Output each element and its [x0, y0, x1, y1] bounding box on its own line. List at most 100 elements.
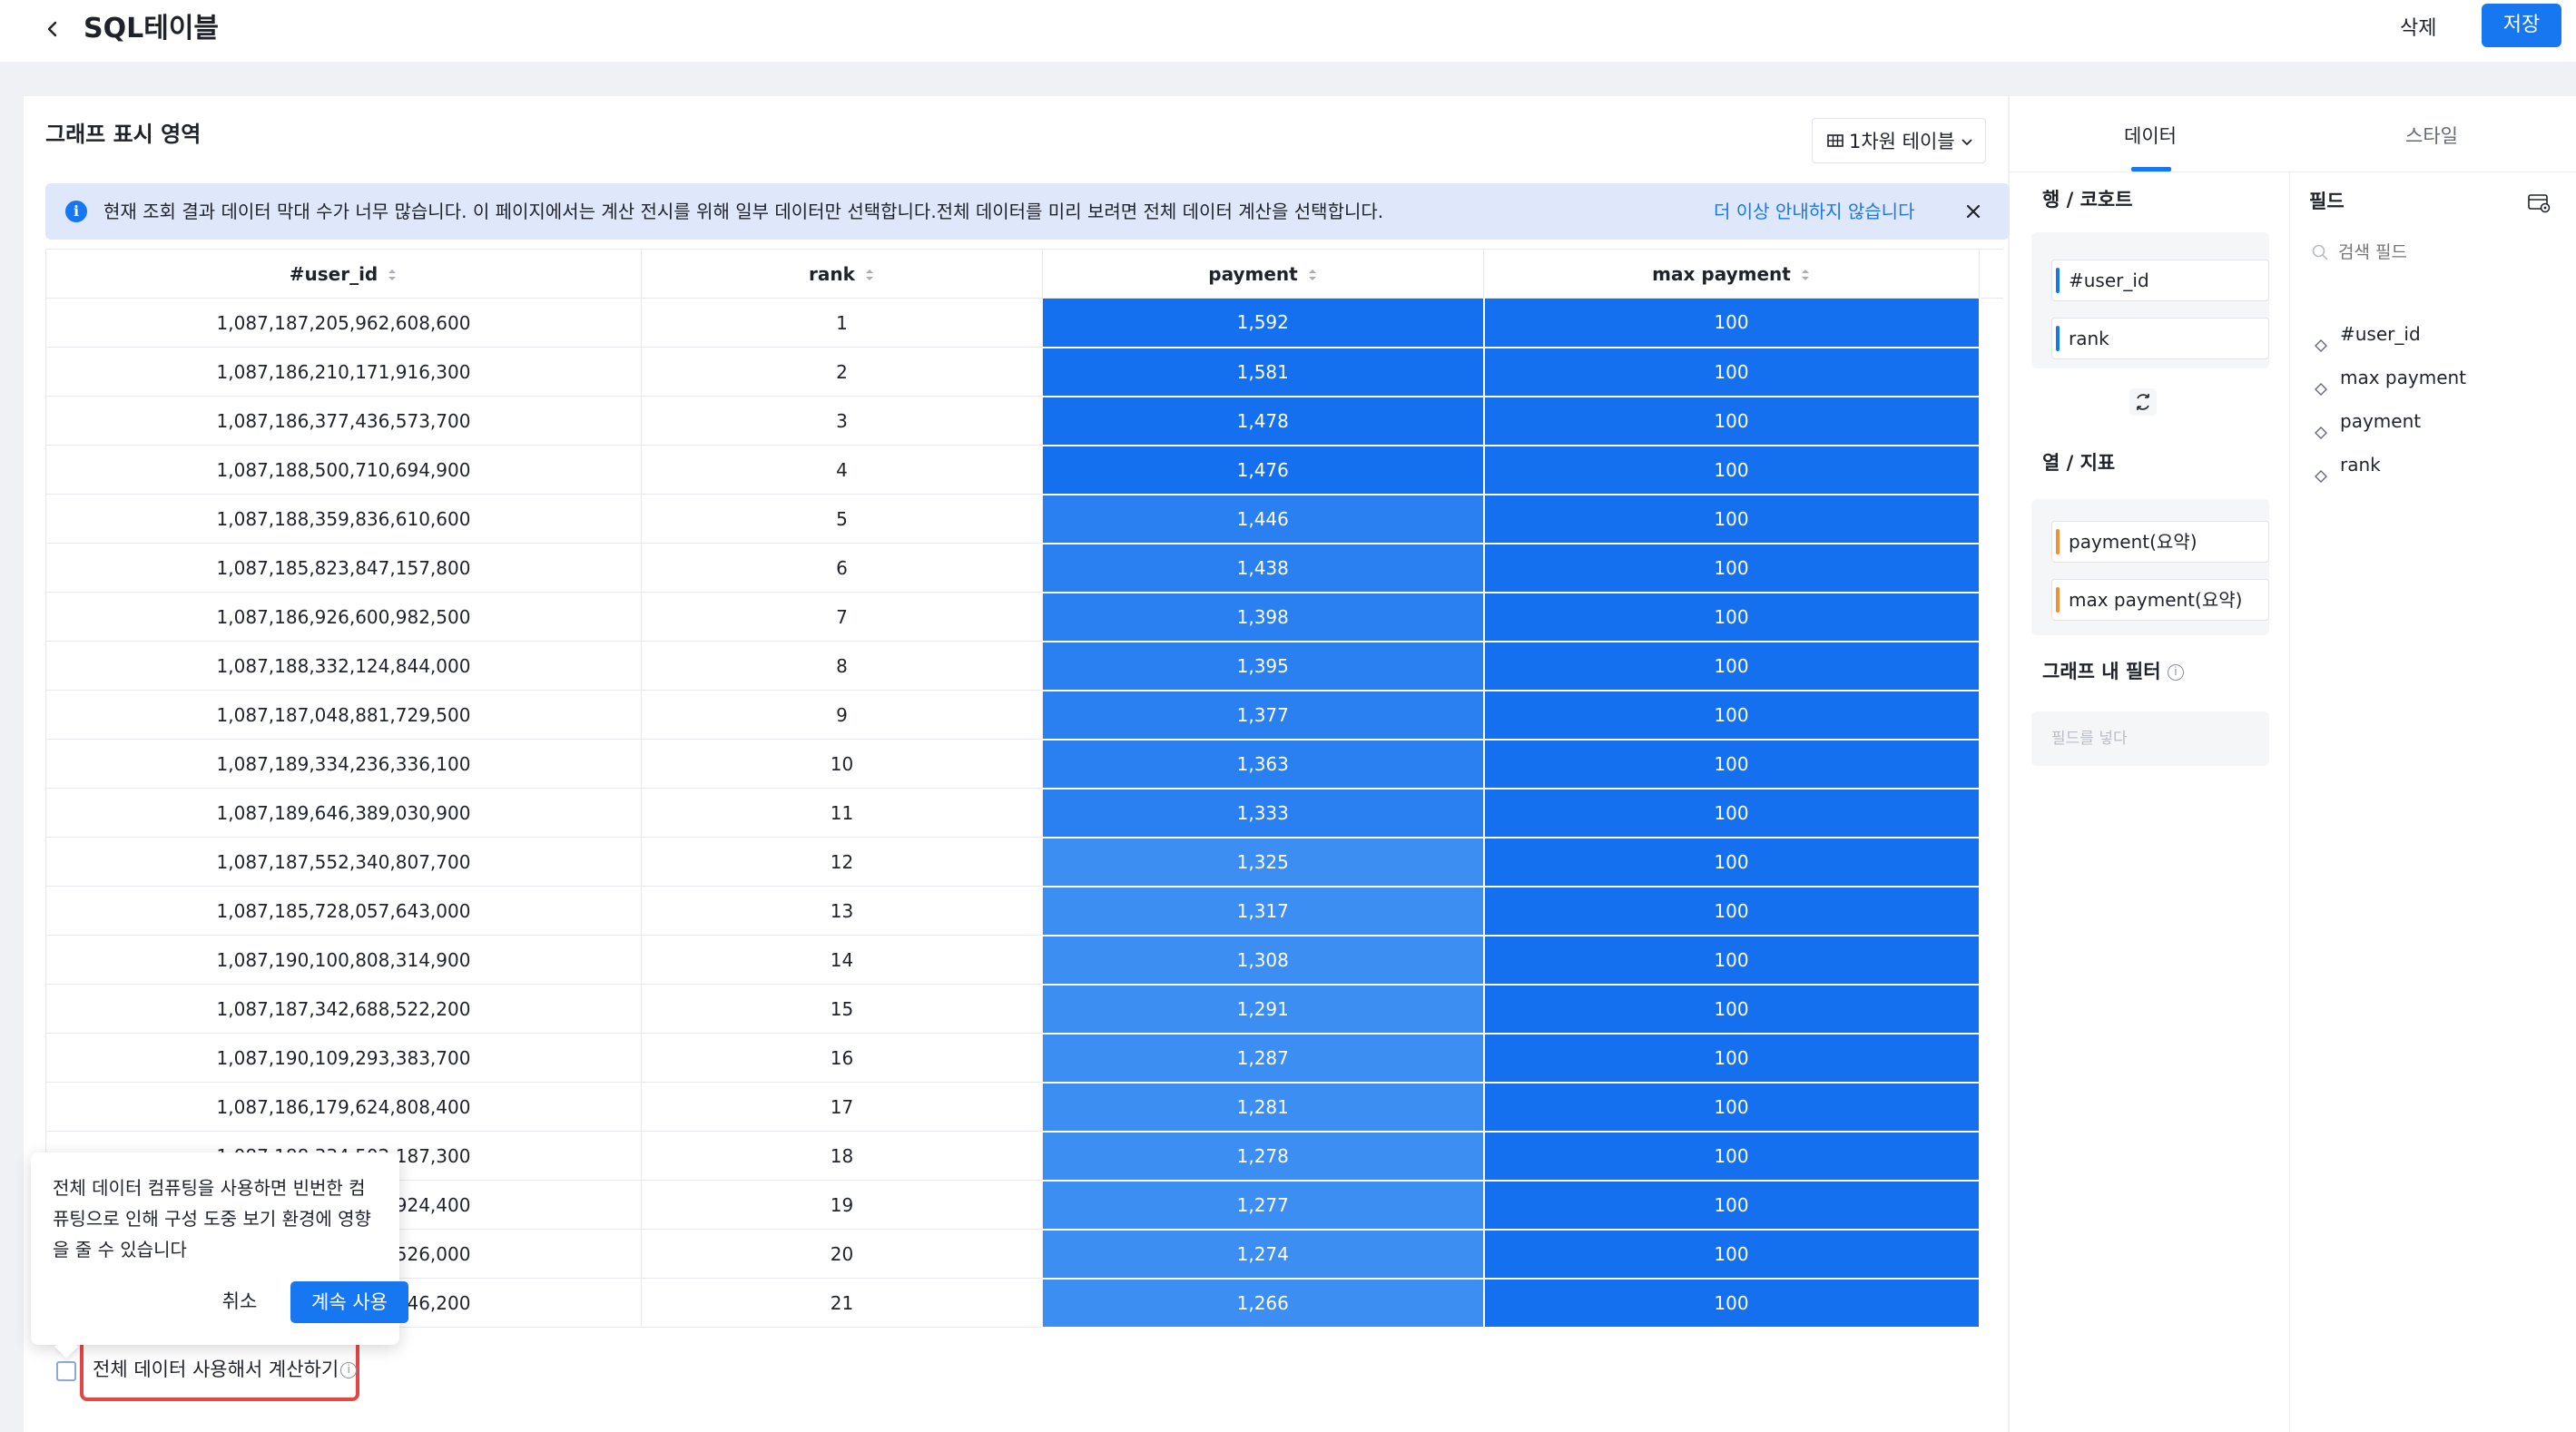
payment-cell: 1,274: [1042, 1229, 1485, 1280]
user-id-cell: 1,087,187,342,688,522,200: [45, 984, 642, 1034]
info-icon: i: [65, 201, 87, 222]
table-row[interactable]: 1,087,187,048,881,729,500 9 1,377 100: [45, 690, 2003, 741]
table-row[interactable]: 1,087,188,500,710,694,900 4 1,476 100: [45, 445, 2003, 495]
scroll-gutter-cell: [1980, 838, 2003, 887]
back-icon[interactable]: [36, 13, 69, 45]
sort-icon[interactable]: [864, 266, 875, 284]
filter-label-text: 그래프 내 필터: [2042, 661, 2161, 682]
tab-data[interactable]: 데이터: [2124, 118, 2177, 154]
scroll-gutter-cell: [1980, 1132, 2003, 1181]
graph-area-title: 그래프 표시 영역: [45, 122, 202, 147]
payment-cell: 1,277: [1042, 1180, 1485, 1231]
dont-show-again-link[interactable]: 더 이상 안내하지 않습니다: [1714, 183, 1914, 240]
field-settings-icon[interactable]: [2525, 189, 2552, 216]
scroll-gutter: [1979, 249, 2003, 299]
filter-section-label: 그래프 내 필터 i: [2042, 655, 2184, 688]
table-row[interactable]: 1,087,185,728,057,643,000 13 1,317 100: [45, 886, 2003, 937]
column-pill-max-payment[interactable]: max payment(요약): [2051, 579, 2269, 621]
table-row[interactable]: 1,087,186,210,171,916,300 2 1,581 100: [45, 347, 2003, 397]
filter-drop-area[interactable]: 필드를 넣다: [2031, 711, 2269, 766]
scroll-gutter-cell: [1980, 397, 2003, 446]
column-header-payment[interactable]: payment: [1042, 249, 1484, 299]
payment-cell: 1,398: [1042, 592, 1485, 642]
rank-cell: 11: [641, 788, 1043, 838]
page-title: SQL테이블: [84, 13, 220, 44]
tab-style[interactable]: 스타일: [2405, 118, 2458, 154]
save-button[interactable]: 저장: [2482, 4, 2561, 47]
columns-drop-area[interactable]: payment(요약) max payment(요약): [2031, 499, 2269, 635]
column-header-label: max payment: [1652, 262, 1791, 285]
sort-icon[interactable]: [1800, 266, 1811, 284]
rank-cell: 21: [641, 1278, 1043, 1328]
field-item-label: rank: [2340, 454, 2381, 476]
column-header-rank[interactable]: rank: [641, 249, 1043, 299]
table-row[interactable]: 1,087,189,334,236,336,100 10 1,363 100: [45, 739, 2003, 790]
table-row[interactable]: 1,087,190,100,808,314,900 14 1,308 100: [45, 935, 2003, 986]
table-row[interactable]: 1,087,185,823,847,157,800 6 1,438 100: [45, 543, 2003, 593]
sort-icon[interactable]: [1307, 266, 1318, 284]
rank-cell: 7: [641, 592, 1043, 642]
field-search-input[interactable]: [2309, 232, 2554, 272]
column-header-max-payment[interactable]: max payment: [1483, 249, 1980, 299]
payment-cell: 1,363: [1042, 739, 1485, 790]
payment-cell: 1,325: [1042, 837, 1485, 888]
cancel-button[interactable]: 취소: [203, 1281, 276, 1321]
field-item[interactable]: rank: [2313, 446, 2381, 483]
rows-drop-area[interactable]: #user_id rank: [2031, 232, 2269, 368]
scroll-gutter-cell: [1980, 789, 2003, 838]
rows-section-label: 행 / 코호트: [2042, 189, 2133, 211]
field-item-label: #user_id: [2340, 323, 2421, 345]
swap-icon[interactable]: [2128, 387, 2158, 417]
user-id-cell: 1,087,185,823,847,157,800: [45, 543, 642, 593]
dimension-icon: [2315, 371, 2327, 396]
table-row[interactable]: 1,087,188,332,124,844,000 8 1,395 100: [45, 641, 2003, 691]
column-header-user-id[interactable]: #user_id: [45, 249, 642, 299]
rank-cell: 10: [641, 739, 1043, 789]
info-circle-icon[interactable]: i: [2167, 664, 2184, 681]
row-pill-rank[interactable]: rank: [2051, 318, 2269, 359]
rank-cell: 8: [641, 641, 1043, 691]
table-row[interactable]: 1,087,188,359,836,610,600 5 1,446 100: [45, 494, 2003, 544]
table-row[interactable]: 1,087,187,552,340,807,700 12 1,325 100: [45, 837, 2003, 888]
column-pill-payment[interactable]: payment(요약): [2051, 521, 2269, 563]
field-item[interactable]: max payment: [2313, 359, 2466, 396]
table-row[interactable]: 1,087,190,109,293,383,700 16 1,287 100: [45, 1033, 2003, 1084]
chevron-down-icon: [1961, 130, 1973, 152]
table-header-row: #user_id rank payment max payment: [45, 249, 2003, 299]
delete-button[interactable]: 삭제: [2387, 9, 2449, 49]
sort-icon[interactable]: [387, 266, 398, 284]
payment-cell: 1,278: [1042, 1131, 1485, 1182]
continue-button[interactable]: 계속 사용: [290, 1281, 408, 1323]
rank-cell: 3: [641, 396, 1043, 446]
config-tabs: 데이터 스타일: [2010, 96, 2576, 172]
table-row[interactable]: 1,087,186,377,436,573,700 3 1,478 100: [45, 396, 2003, 446]
user-id-cell: 1,087,189,334,236,336,100: [45, 739, 642, 789]
table-row[interactable]: 1,087,186,179,624,808,400 17 1,281 100: [45, 1082, 2003, 1133]
rank-cell: 20: [641, 1229, 1043, 1279]
table-row[interactable]: 1,087,187,205,962,608,600 1 1,592 100: [45, 298, 2003, 348]
field-item[interactable]: #user_id: [2313, 316, 2421, 352]
payment-cell: 1,291: [1042, 984, 1485, 1035]
active-tab-indicator: [2131, 167, 2171, 172]
rank-cell: 1: [641, 298, 1043, 348]
scroll-gutter-cell: [1980, 348, 2003, 397]
max-payment-cell: 100: [1483, 1033, 1981, 1084]
close-icon[interactable]: [1961, 199, 1986, 224]
table-type-select[interactable]: 1차원 테이블: [1812, 118, 1986, 163]
payment-cell: 1,592: [1042, 298, 1485, 348]
full-data-label[interactable]: 전체 데이터 사용해서 계산하기 i: [93, 1341, 358, 1398]
user-id-cell: 1,087,188,359,836,610,600: [45, 494, 642, 544]
rank-cell: 6: [641, 543, 1043, 593]
column-header-label: #user_id: [289, 262, 379, 285]
table-row[interactable]: 1,087,186,926,600,982,500 7 1,398 100: [45, 592, 2003, 642]
full-data-checkbox[interactable]: [56, 1361, 76, 1381]
row-pill-user-id[interactable]: #user_id: [2051, 260, 2269, 301]
user-id-cell: 1,087,189,646,389,030,900: [45, 788, 642, 838]
rank-cell: 18: [641, 1131, 1043, 1181]
table-row[interactable]: 1,087,187,342,688,522,200 15 1,291 100: [45, 984, 2003, 1035]
field-item[interactable]: payment: [2313, 403, 2421, 439]
max-payment-cell: 100: [1483, 1180, 1981, 1231]
info-circle-icon[interactable]: i: [340, 1362, 358, 1378]
table-row[interactable]: 1,087,189,646,389,030,900 11 1,333 100: [45, 788, 2003, 839]
scroll-gutter-cell: [1980, 593, 2003, 642]
